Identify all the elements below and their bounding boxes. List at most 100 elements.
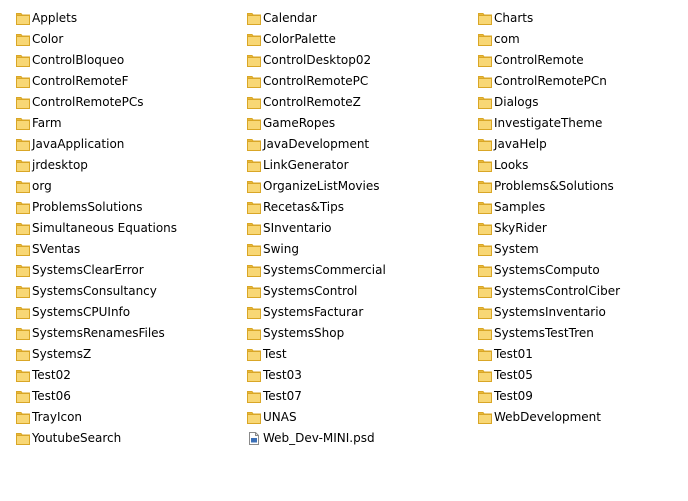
folder-item[interactable]: SystemsControl — [231, 281, 462, 302]
folder-icon — [16, 390, 30, 403]
folder-item[interactable]: Test05 — [462, 365, 688, 386]
folder-item[interactable]: ColorPalette — [231, 29, 462, 50]
folder-item[interactable]: ProblemsSolutions — [0, 197, 231, 218]
item-label: SystemsFacturar — [263, 305, 364, 319]
folder-item[interactable]: ControlBloqueo — [0, 50, 231, 71]
folder-item[interactable]: Simultaneous Equations — [0, 218, 231, 239]
folder-icon — [16, 327, 30, 340]
folder-icon — [16, 12, 30, 25]
file-item[interactable]: Web_Dev-MINI.psd — [231, 428, 462, 449]
folder-item[interactable]: jrdesktop — [0, 155, 231, 176]
folder-item[interactable]: Swing — [231, 239, 462, 260]
folder-item[interactable]: SystemsFacturar — [231, 302, 462, 323]
folder-item[interactable]: SystemsZ — [0, 344, 231, 365]
folder-item[interactable]: Test01 — [462, 344, 688, 365]
folder-item[interactable]: SystemsCommercial — [231, 260, 462, 281]
folder-item[interactable]: SVentas — [0, 239, 231, 260]
folder-item[interactable]: ControlRemoteZ — [231, 92, 462, 113]
folder-item[interactable]: Calendar — [231, 8, 462, 29]
folder-item[interactable]: SInventario — [231, 218, 462, 239]
folder-item[interactable]: UNAS — [231, 407, 462, 428]
folder-item[interactable]: Test07 — [231, 386, 462, 407]
folder-icon — [247, 411, 261, 424]
folder-item[interactable]: ControlDesktop02 — [231, 50, 462, 71]
folder-item[interactable]: SystemsComputo — [462, 260, 688, 281]
folder-icon — [478, 411, 492, 424]
folder-item[interactable]: Farm — [0, 113, 231, 134]
folder-item[interactable]: JavaApplication — [0, 134, 231, 155]
item-label: Test07 — [263, 389, 302, 403]
item-label: GameRopes — [263, 116, 336, 130]
folder-icon — [247, 264, 261, 277]
folder-item[interactable]: SystemsInventario — [462, 302, 688, 323]
folder-item[interactable]: Test09 — [462, 386, 688, 407]
item-label: Test01 — [494, 347, 533, 361]
folder-item[interactable]: SystemsClearError — [0, 260, 231, 281]
item-label: ControlBloqueo — [32, 53, 125, 67]
item-label: ControlRemoteZ — [263, 95, 361, 109]
item-label: Dialogs — [494, 95, 539, 109]
folder-icon — [478, 75, 492, 88]
item-label: Applets — [32, 11, 78, 25]
folder-icon — [478, 180, 492, 193]
folder-icon — [247, 180, 261, 193]
folder-item[interactable]: SkyRider — [462, 218, 688, 239]
folder-item[interactable]: org — [0, 176, 231, 197]
folder-item[interactable]: JavaHelp — [462, 134, 688, 155]
item-label: Swing — [263, 242, 299, 256]
folder-item[interactable]: TrayIcon — [0, 407, 231, 428]
folder-icon — [247, 285, 261, 298]
folder-item[interactable]: JavaDevelopment — [231, 134, 462, 155]
folder-item[interactable]: ControlRemotePC — [231, 71, 462, 92]
folder-item[interactable]: Problems&Solutions — [462, 176, 688, 197]
folder-item[interactable]: ControlRemote — [462, 50, 688, 71]
folder-item[interactable]: Color — [0, 29, 231, 50]
item-label: SystemsCPUInfo — [32, 305, 131, 319]
item-label: Farm — [32, 116, 62, 130]
item-label: InvestigateTheme — [494, 116, 603, 130]
folder-item[interactable]: ControlRemotePCn — [462, 71, 688, 92]
folder-item[interactable]: InvestigateTheme — [462, 113, 688, 134]
folder-icon — [478, 264, 492, 277]
folder-item[interactable]: SystemsTestTren — [462, 323, 688, 344]
item-label: SystemsZ — [32, 347, 92, 361]
folder-icon — [16, 54, 30, 67]
folder-icon — [16, 243, 30, 256]
folder-item[interactable]: Test06 — [0, 386, 231, 407]
folder-item[interactable]: Looks — [462, 155, 688, 176]
folder-item[interactable]: Test02 — [0, 365, 231, 386]
folder-item[interactable]: SystemsCPUInfo — [0, 302, 231, 323]
item-label: SystemsControl — [263, 284, 358, 298]
folder-item[interactable]: Applets — [0, 8, 231, 29]
folder-item[interactable]: YoutubeSearch — [0, 428, 231, 449]
folder-item[interactable]: Test — [231, 344, 462, 365]
folder-item[interactable]: GameRopes — [231, 113, 462, 134]
folder-item[interactable]: System — [462, 239, 688, 260]
folder-item[interactable]: ControlRemoteF — [0, 71, 231, 92]
folder-item[interactable]: Recetas&Tips — [231, 197, 462, 218]
item-label: Test03 — [263, 368, 302, 382]
folder-item[interactable]: Charts — [462, 8, 688, 29]
item-label: Problems&Solutions — [494, 179, 614, 193]
folder-item[interactable]: WebDevelopment — [462, 407, 688, 428]
folder-item[interactable]: Dialogs — [462, 92, 688, 113]
folder-item[interactable]: ControlRemotePCs — [0, 92, 231, 113]
folder-item[interactable]: com — [462, 29, 688, 50]
item-label: ControlRemotePCs — [32, 95, 144, 109]
folder-item[interactable]: OrganizeListMovies — [231, 176, 462, 197]
folder-icon — [16, 306, 30, 319]
folder-item[interactable]: Samples — [462, 197, 688, 218]
item-label: SystemsRenamesFiles — [32, 326, 165, 340]
folder-icon — [478, 369, 492, 382]
folder-item[interactable]: SystemsShop — [231, 323, 462, 344]
folder-item[interactable]: SystemsControlCiber — [462, 281, 688, 302]
folder-icon — [16, 369, 30, 382]
folder-item[interactable]: SystemsConsultancy — [0, 281, 231, 302]
psd-file-icon — [247, 432, 261, 445]
folder-icon — [16, 264, 30, 277]
folder-item[interactable]: LinkGenerator — [231, 155, 462, 176]
folder-item[interactable]: SystemsRenamesFiles — [0, 323, 231, 344]
item-label: com — [494, 32, 520, 46]
item-label: SkyRider — [494, 221, 547, 235]
folder-item[interactable]: Test03 — [231, 365, 462, 386]
